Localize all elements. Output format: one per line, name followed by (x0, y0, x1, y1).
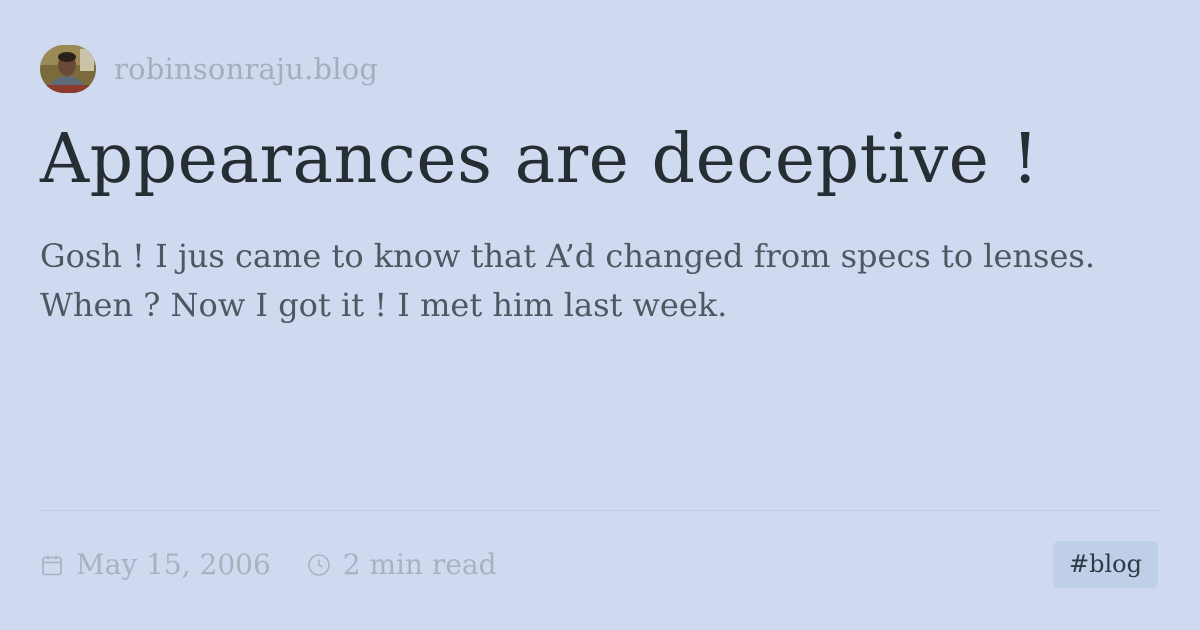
avatar (40, 45, 96, 93)
read-time-text: 2 min read (342, 548, 497, 581)
post-meta: May 15, 2006 2 min read (40, 548, 497, 581)
site-header: robinsonraju.blog (40, 45, 378, 93)
calendar-icon (40, 553, 64, 577)
read-time: 2 min read (307, 548, 497, 581)
divider (40, 510, 1160, 511)
post-date: May 15, 2006 (40, 548, 271, 581)
post-title: Appearances are deceptive ! (40, 120, 1040, 199)
clock-icon (307, 553, 331, 577)
post-excerpt: Gosh ! I jus came to know that A’d chang… (40, 237, 1095, 324)
site-name[interactable]: robinsonraju.blog (114, 52, 378, 86)
tag-badge[interactable]: #blog (1053, 541, 1158, 588)
post-date-text: May 15, 2006 (76, 548, 271, 581)
